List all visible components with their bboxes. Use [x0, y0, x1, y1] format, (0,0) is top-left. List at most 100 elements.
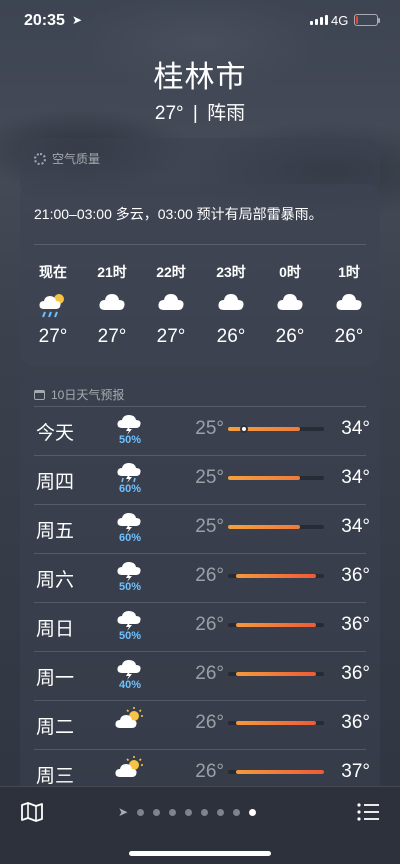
page-dot[interactable]	[249, 808, 257, 816]
high-temperature: 36°	[341, 565, 370, 586]
temperature-range-track	[228, 721, 324, 725]
status-bar: 20:35 ➤ 4G	[0, 0, 400, 40]
forecast-row[interactable]: 周二 26° 36°	[20, 700, 380, 748]
ten-day-forecast-card[interactable]: 10日天气预报 今天 50% 25° 34° 周四 60% 25° 34° 周五 60% 25° 34…	[20, 376, 380, 796]
battery-icon	[354, 14, 380, 26]
hourly-summary: 21:00–03:00 多云，03:00 预计有局部雷暴雨。	[34, 206, 323, 222]
hourly-item: 23时 26°	[201, 262, 261, 348]
page-dot[interactable]	[201, 808, 209, 816]
low-temperature: 25°	[195, 516, 224, 537]
cloud-icon	[319, 292, 379, 320]
city-name: 桂林市	[153, 61, 247, 94]
temperature-range-bar	[228, 476, 300, 480]
temperature-range-track	[228, 672, 324, 676]
high-temperature: 34°	[341, 418, 370, 439]
forecast-row[interactable]: 周六 50% 26° 36°	[20, 553, 380, 601]
high-temperature: 36°	[341, 712, 370, 733]
cloud-bolt-rain-icon	[114, 462, 146, 484]
location-header: 桂林市 27° | 阵雨	[0, 52, 400, 125]
forecast-row[interactable]: 周日 50% 26° 36°	[20, 602, 380, 650]
precipitation-chance: 50%	[118, 630, 142, 642]
low-temperature: 26°	[195, 565, 224, 586]
temperature-range-bar	[236, 672, 316, 676]
location-arrow-icon: ➤	[72, 13, 83, 27]
row-divider	[34, 651, 366, 652]
home-indicator[interactable]	[129, 851, 271, 856]
page-dot[interactable]	[217, 808, 225, 816]
temperature-range-track	[228, 476, 324, 480]
page-indicator[interactable]: ➤	[118, 805, 257, 819]
forecast-row[interactable]: 今天 50% 25° 34°	[20, 406, 380, 454]
conditions-separator: |	[192, 103, 198, 124]
temperature-range-track	[228, 623, 324, 627]
forecast-row[interactable]: 周一 40% 26° 36°	[20, 651, 380, 699]
map-icon[interactable]	[20, 801, 44, 823]
temperature-range-bar	[236, 623, 316, 627]
page-dot[interactable]	[137, 808, 145, 816]
low-temperature: 25°	[195, 467, 224, 488]
forecast-day: 周五	[36, 521, 75, 542]
hourly-divider	[34, 244, 366, 245]
page-dot[interactable]	[233, 808, 241, 816]
hour-label: 22时	[156, 264, 186, 280]
row-divider	[34, 602, 366, 603]
precipitation-chance: 50%	[118, 581, 142, 593]
precipitation-chance: 60%	[118, 483, 142, 495]
cloud-icon	[141, 292, 201, 320]
cloud-sun-icon	[114, 707, 146, 729]
page-dot[interactable]	[185, 808, 193, 816]
hour-temperature: 26°	[216, 326, 246, 347]
temperature-range-bar	[228, 525, 300, 529]
cloud-sun-rain-icon	[23, 292, 83, 320]
hour-temperature: 27°	[97, 326, 127, 347]
cloud-icon	[82, 292, 142, 320]
hour-label: 23时	[216, 264, 246, 280]
forecast-row[interactable]: 周五 60% 25° 34°	[20, 504, 380, 552]
cloud-icon	[260, 292, 320, 320]
forecast-day: 周三	[36, 766, 75, 787]
hourly-item: 1时 26°	[319, 262, 379, 348]
cloud-bolt-icon	[114, 560, 146, 582]
location-arrow-icon[interactable]: ➤	[118, 805, 128, 819]
hour-temperature: 27°	[38, 326, 68, 347]
cloud-icon	[201, 292, 261, 320]
air-quality-title: 空气质量	[52, 152, 101, 166]
low-temperature: 26°	[195, 614, 224, 635]
hourly-item: 0时 26°	[260, 262, 320, 348]
temperature-range-bar	[236, 574, 316, 578]
high-temperature: 37°	[341, 761, 370, 782]
cellular-signal-icon	[310, 15, 328, 25]
low-temperature: 26°	[195, 663, 224, 684]
current-temp-marker	[240, 425, 248, 433]
low-temperature: 25°	[195, 418, 224, 439]
hour-label: 1时	[338, 264, 360, 280]
low-temperature: 26°	[195, 712, 224, 733]
hourly-item: 22时 27°	[141, 262, 201, 348]
battery-level-fill	[356, 16, 358, 24]
precipitation-chance: 50%	[118, 434, 142, 446]
forecast-row[interactable]: 周四 60% 25° 34°	[20, 455, 380, 503]
forecast-day: 周四	[36, 472, 75, 493]
cloud-sun-icon	[114, 756, 146, 778]
row-divider	[34, 700, 366, 701]
air-quality-title-row: 空气质量	[34, 150, 100, 167]
cloud-bolt-icon	[114, 413, 146, 435]
hour-label: 0时	[279, 264, 301, 280]
calendar-icon	[34, 389, 45, 400]
cloud-bolt-icon	[114, 658, 146, 680]
forecast-day: 周二	[36, 717, 75, 738]
status-time: 20:35	[24, 12, 65, 29]
current-condition: 阵雨	[207, 103, 246, 124]
list-icon[interactable]	[356, 801, 380, 823]
temperature-range-bar	[236, 721, 316, 725]
forecast-day: 周日	[36, 619, 75, 640]
page-dot[interactable]	[169, 808, 177, 816]
forecast-day: 周一	[36, 668, 75, 689]
temperature-range-track	[228, 525, 324, 529]
high-temperature: 36°	[341, 663, 370, 684]
hourly-forecast-card[interactable]: 21:00–03:00 多云，03:00 预计有局部雷暴雨。 现在 27° 21时 2…	[20, 184, 380, 366]
hour-temperature: 27°	[156, 326, 186, 347]
temperature-range-track	[228, 770, 324, 774]
network-type: 4G	[331, 13, 349, 28]
page-dot[interactable]	[153, 808, 161, 816]
